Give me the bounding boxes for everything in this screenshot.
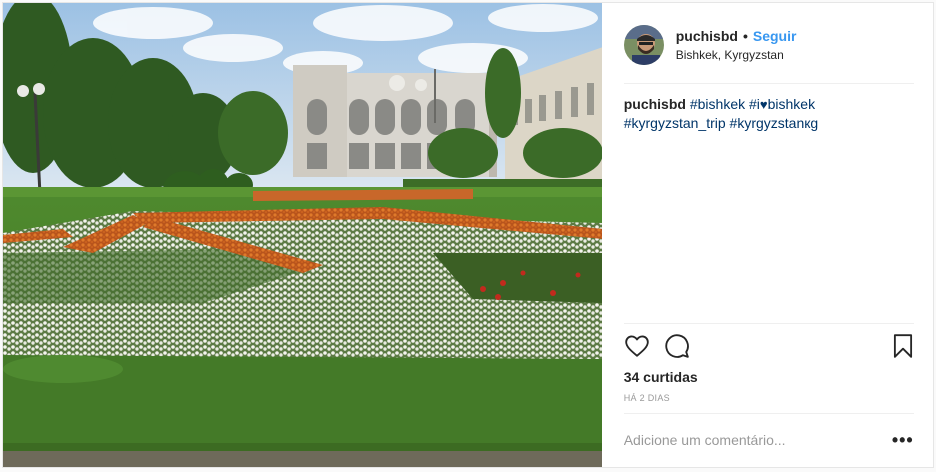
speech-bubble-icon [665, 334, 689, 358]
actions-divider [623, 323, 914, 324]
comment-form: ••• [623, 425, 914, 455]
username-link[interactable]: puchisbd [676, 28, 738, 44]
comment-button[interactable] [664, 333, 690, 359]
flowerbed-photo [3, 3, 602, 467]
save-button[interactable] [890, 333, 916, 359]
like-button[interactable] [624, 333, 650, 359]
follow-button[interactable]: Seguir [753, 28, 797, 44]
action-bar [624, 333, 916, 361]
header-divider [623, 83, 914, 84]
more-options-button[interactable]: ••• [890, 430, 914, 451]
hashtag-i: #i [749, 96, 760, 112]
hashtag-kyrgyzstan-trip[interactable]: #kyrgyzstan_trip [624, 115, 726, 131]
header-text: puchisbd • Seguir Bishkek, Kyrgyzstan [676, 28, 797, 62]
separator-dot: • [742, 28, 748, 44]
avatar-image [623, 25, 664, 65]
post-caption: puchisbd #bishkek #i♥bishkek #kyrgyzstan… [624, 95, 914, 132]
comment-divider [623, 413, 914, 414]
heart-outline-icon [624, 335, 649, 357]
hashtag-bishkek[interactable]: #bishkek [690, 96, 745, 112]
location-link[interactable]: Bishkek, Kyrgyzstan [676, 48, 797, 62]
caption-username[interactable]: puchisbd [624, 96, 686, 112]
hashtag-kyrgyzstankg[interactable]: #kyrgyzstanкg [730, 115, 819, 131]
heart-icon: ♥ [759, 97, 768, 112]
comment-input[interactable] [623, 432, 890, 448]
avatar[interactable] [623, 25, 664, 65]
like-count[interactable]: 34 curtidas [624, 369, 698, 385]
post-timestamp[interactable]: HÁ 2 DIAS [624, 393, 670, 403]
bookmark-icon [893, 334, 912, 358]
header-line: puchisbd • Seguir [676, 28, 797, 44]
post-side-panel: puchisbd • Seguir Bishkek, Kyrgyzstan pu… [602, 3, 933, 467]
post-header: puchisbd • Seguir Bishkek, Kyrgyzstan [623, 23, 914, 67]
post-photo[interactable] [3, 3, 602, 467]
hashtag-bishkek-text: bishkek [767, 96, 816, 112]
instagram-post: puchisbd • Seguir Bishkek, Kyrgyzstan pu… [2, 2, 934, 468]
hashtag-i-heart-bishkek[interactable]: #i♥bishkek [749, 96, 815, 112]
